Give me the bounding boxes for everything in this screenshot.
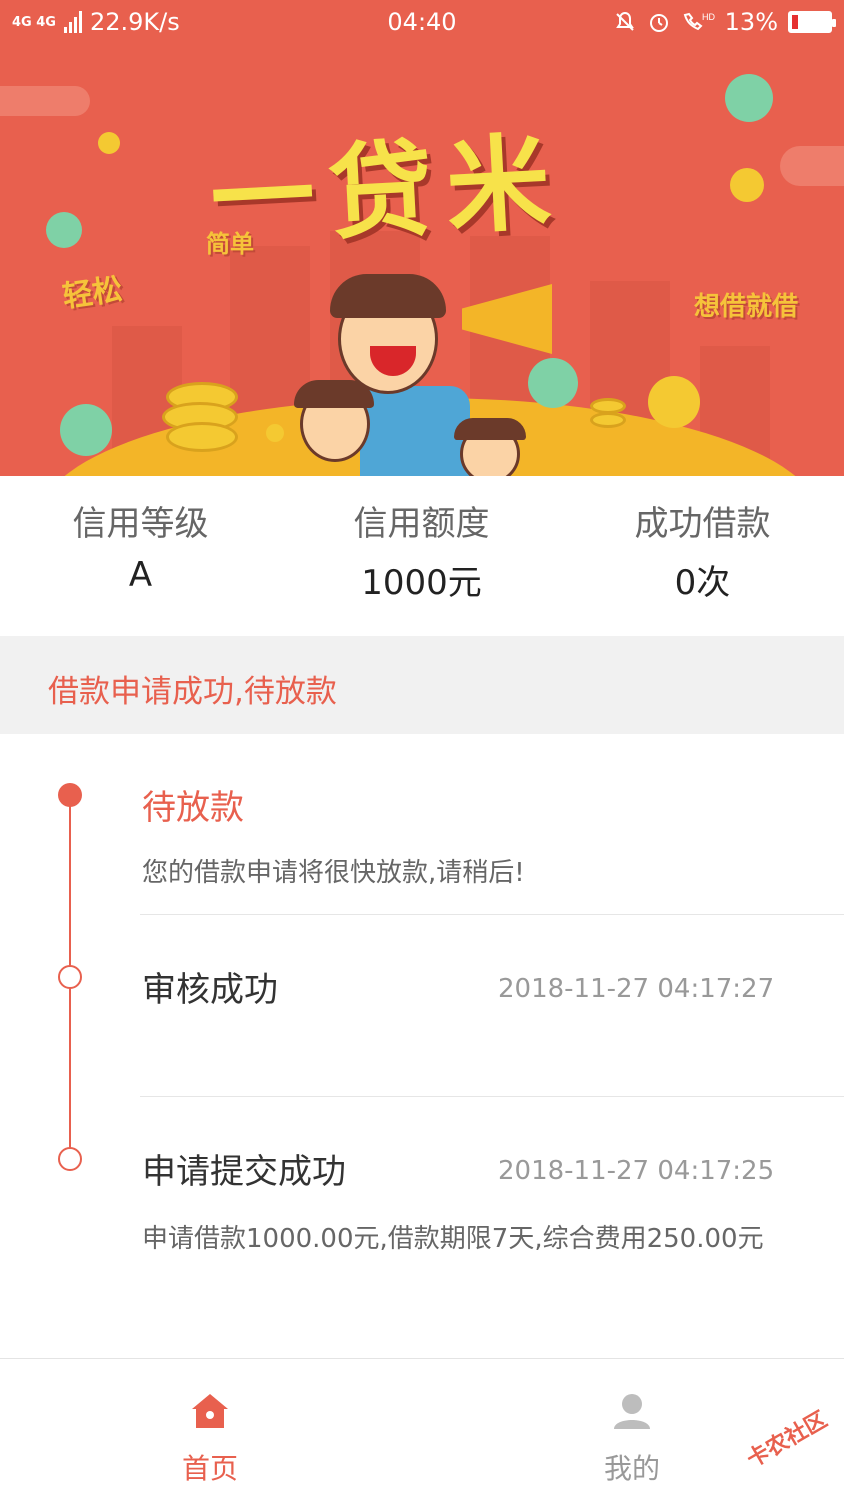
tab-mine-label: 我的: [603, 1452, 660, 1485]
loan-timeline: 待放款 您的借款申请将很快放款,请稍后! 审核成功 2018-11-27 04:…: [0, 734, 844, 1358]
timeline-step-time: 2018-11-27 04:17:25: [498, 1156, 775, 1186]
battery-low-icon: [788, 11, 836, 33]
loan-status-bar: 借款申请成功,待放款: [0, 636, 844, 734]
loan-status-text: 借款申请成功,待放款: [48, 674, 337, 710]
hero-banner: 一贷米 轻松 简单 想借就借: [0, 46, 844, 476]
tag-easy: 轻松: [60, 271, 125, 315]
timeline-step-title: 审核成功: [142, 970, 278, 1010]
battery-percent: 13%: [724, 8, 778, 36]
credit-stats: 信用等级 A 信用额度 1000元 成功借款 0次: [0, 476, 844, 636]
svg-text:HD: HD: [702, 12, 715, 22]
status-right: HD 13%: [613, 8, 836, 36]
stat-value: 0次: [674, 563, 731, 603]
timeline-step-desc: 申请借款1000.00元,借款期限7天,综合费用250.00元: [142, 1224, 764, 1254]
stat-label: 信用额度: [353, 504, 490, 544]
stat-successful-loans: 成功借款 0次: [562, 476, 843, 636]
hd-call-icon: HD: [683, 12, 715, 31]
timeline-dot-active: [58, 783, 82, 807]
person-icon: [614, 1394, 650, 1429]
timeline-step-desc: 您的借款申请将很快放款,请稍后!: [142, 858, 525, 888]
stat-credit-limit: 信用额度 1000元: [281, 476, 562, 636]
bottom-tab-bar: 首页 我的: [0, 1358, 844, 1500]
timeline-divider: [140, 1096, 844, 1097]
tab-home[interactable]: 首页: [140, 1359, 280, 1500]
tag-borrow: 想借就借: [694, 292, 799, 322]
timeline-divider: [140, 914, 844, 915]
timeline-step-title: 待放款: [142, 788, 244, 828]
stat-value: 1000元: [361, 563, 482, 603]
timeline-dot: [58, 965, 82, 989]
home-icon: [192, 1394, 228, 1428]
stat-label: 成功借款: [634, 504, 771, 544]
stat-label: 信用等级: [72, 504, 209, 544]
silent-bell-icon: [615, 11, 634, 31]
main-character: [360, 386, 470, 476]
timeline-step-title: 申请提交成功: [142, 1152, 346, 1192]
timeline-step-time: 2018-11-27 04:17:27: [498, 974, 775, 1004]
stat-value: A: [128, 555, 153, 595]
tab-mine[interactable]: 我的: [562, 1359, 702, 1500]
tag-simple: 简单: [206, 230, 254, 258]
status-bar: 4G 4G 22.9K/s 04:40 HD 13%: [0, 0, 844, 46]
banner-title: 一贷米: [207, 120, 568, 262]
alarm-icon: [649, 14, 668, 32]
timeline-dot: [58, 1147, 82, 1171]
tab-home-label: 首页: [181, 1452, 238, 1485]
stat-credit-level: 信用等级 A: [0, 476, 281, 636]
